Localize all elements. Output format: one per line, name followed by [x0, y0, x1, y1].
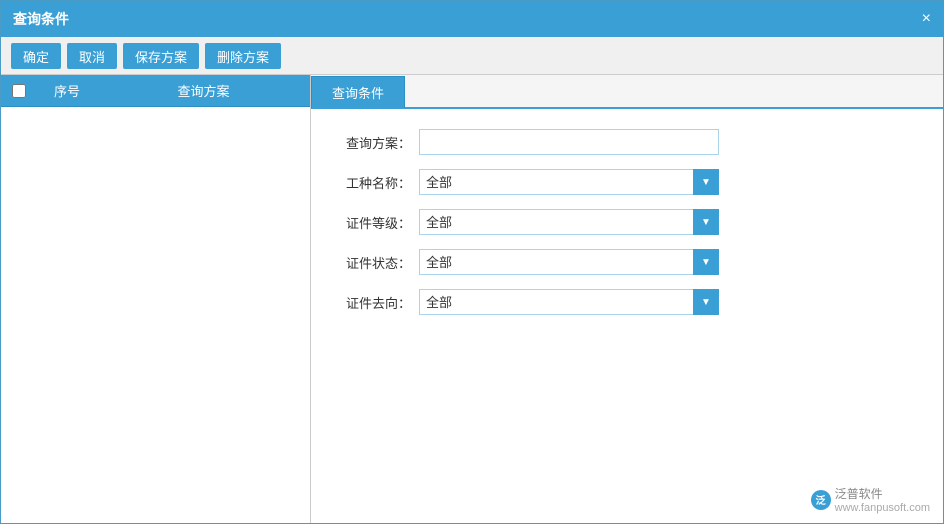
- toolbar: 确定 取消 保存方案 删除方案: [1, 37, 943, 75]
- watermark-text: 泛普软件 www.fanpusoft.com: [835, 485, 930, 514]
- form-row-cert-status: 证件状态： 全部: [341, 249, 913, 275]
- watermark-logo: 泛: [811, 490, 831, 510]
- form-row-cert-dest: 证件去向： 全部: [341, 289, 913, 315]
- form-row-cert-level: 证件等级： 全部: [341, 209, 913, 235]
- select-cert-status[interactable]: 全部: [419, 249, 719, 275]
- input-scheme[interactable]: [419, 129, 719, 155]
- label-job-type: 工种名称：: [341, 173, 411, 192]
- select-all-checkbox[interactable]: [12, 84, 26, 98]
- query-condition-tab[interactable]: 查询条件: [311, 76, 405, 108]
- label-cert-level: 证件等级：: [341, 213, 411, 232]
- table-body: [1, 107, 310, 523]
- watermark-logo-text: 泛: [816, 492, 826, 507]
- close-button[interactable]: ×: [922, 11, 931, 27]
- select-wrapper-cert-level: 全部: [419, 209, 719, 235]
- table-header: 序号 查询方案: [1, 75, 310, 107]
- watermark-company: 泛普软件: [835, 485, 930, 502]
- select-job-type[interactable]: 全部: [419, 169, 719, 195]
- content-area: 序号 查询方案 查询条件 查询方案：: [1, 75, 943, 523]
- delete-scheme-button[interactable]: 删除方案: [205, 43, 281, 69]
- form-tab-bar: 查询条件: [311, 75, 943, 109]
- watermark: 泛 泛普软件 www.fanpusoft.com: [811, 485, 930, 514]
- label-cert-dest: 证件去向：: [341, 293, 411, 312]
- select-wrapper-job-type: 全部: [419, 169, 719, 195]
- left-panel: 序号 查询方案: [1, 75, 311, 523]
- header-check-col: [1, 84, 37, 98]
- form-body: 查询方案： 工种名称： 全部: [311, 109, 943, 335]
- select-cert-dest[interactable]: 全部: [419, 289, 719, 315]
- label-scheme: 查询方案：: [341, 133, 411, 152]
- select-wrapper-cert-dest: 全部: [419, 289, 719, 315]
- confirm-button[interactable]: 确定: [11, 43, 61, 69]
- title-bar: 查询条件 ×: [1, 1, 943, 37]
- select-cert-level[interactable]: 全部: [419, 209, 719, 235]
- watermark-url: www.fanpusoft.com: [835, 502, 930, 514]
- form-row-job-type: 工种名称： 全部: [341, 169, 913, 195]
- right-panel: 查询条件 查询方案： 工种名称： 全部: [311, 75, 943, 523]
- header-name-col: 查询方案: [97, 81, 310, 100]
- dialog-title: 查询条件: [13, 9, 69, 29]
- save-scheme-button[interactable]: 保存方案: [123, 43, 199, 69]
- form-row-scheme: 查询方案：: [341, 129, 913, 155]
- label-cert-status: 证件状态：: [341, 253, 411, 272]
- cancel-button[interactable]: 取消: [67, 43, 117, 69]
- header-seq-col: 序号: [37, 81, 97, 100]
- select-wrapper-cert-status: 全部: [419, 249, 719, 275]
